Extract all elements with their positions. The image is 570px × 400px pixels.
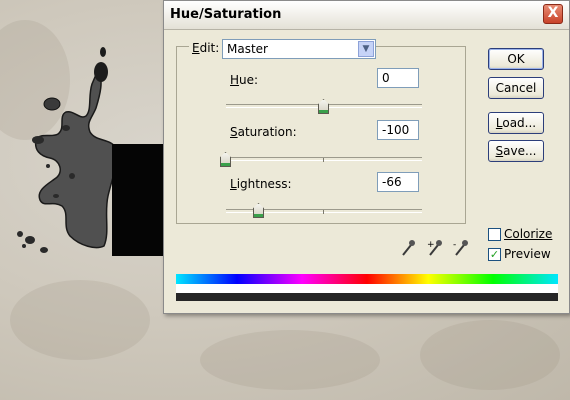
edit-selected-value: Master — [227, 42, 268, 56]
saturation-input[interactable]: -100 — [377, 120, 419, 140]
spectrum-separator — [176, 284, 558, 293]
chevron-down-icon[interactable]: ▼ — [358, 41, 374, 57]
preview-label[interactable]: Preview — [504, 247, 551, 261]
edit-label: Edit: — [189, 41, 223, 55]
lightness-label: Lightness: — [230, 177, 292, 191]
saturation-label: Saturation: — [230, 125, 297, 139]
dialog-title: Hue/Saturation — [170, 7, 282, 22]
colorize-label[interactable]: Colorize — [504, 227, 552, 241]
ok-button[interactable]: OK — [488, 48, 544, 70]
title-bar[interactable]: Hue/Saturation X — [164, 1, 569, 30]
svg-text:-: - — [453, 240, 456, 250]
lightness-input[interactable]: -66 — [377, 172, 419, 192]
close-button[interactable]: X — [543, 4, 563, 24]
preview-checkbox[interactable]: ✓ — [488, 248, 501, 261]
saturation-slider-track[interactable] — [226, 157, 422, 161]
output-spectrum-bar — [176, 293, 558, 301]
hue-label: Hue: — [230, 73, 259, 87]
svg-text:+: + — [427, 240, 435, 250]
eyedropper-plus-icon[interactable]: + — [427, 239, 443, 257]
input-spectrum-bar — [176, 274, 558, 284]
lightness-center-tick — [323, 210, 324, 214]
load-button[interactable]: Load... — [488, 112, 544, 134]
black-letter-shape — [112, 144, 167, 256]
eyedropper-icon[interactable] — [400, 239, 416, 257]
hue-saturation-dialog: Hue/Saturation X Edit: Master ▼ Hue: 0 S… — [163, 0, 570, 314]
save-button[interactable]: Save... — [488, 140, 544, 162]
edit-groupbox — [176, 46, 466, 224]
cancel-button[interactable]: Cancel — [488, 77, 544, 99]
hue-input[interactable]: 0 — [377, 68, 419, 88]
edit-channel-select[interactable]: Master ▼ — [222, 39, 376, 59]
eyedropper-minus-icon[interactable]: - — [453, 239, 469, 257]
saturation-center-tick — [323, 158, 324, 162]
colorize-checkbox[interactable] — [488, 228, 501, 241]
close-icon: X — [547, 5, 559, 21]
